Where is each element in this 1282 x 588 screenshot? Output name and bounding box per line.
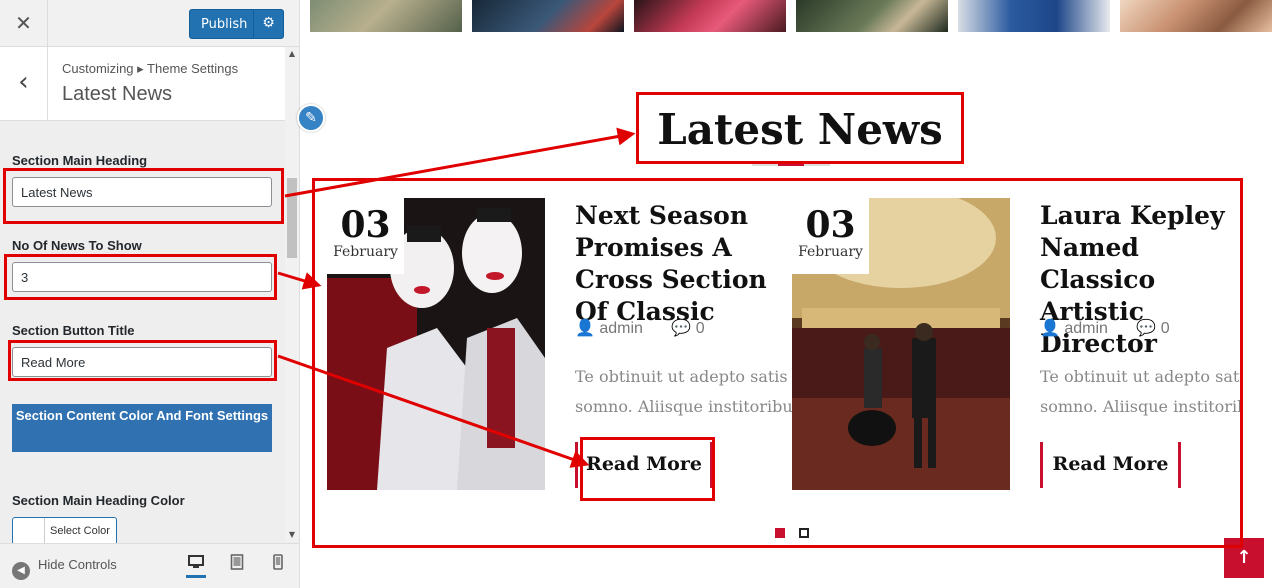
select-color-label: Select Color (50, 525, 110, 537)
select-color-button[interactable]: Select Color (12, 517, 117, 545)
gallery-thumb-6[interactable] (1120, 0, 1272, 32)
scroll-up-icon[interactable]: ▲ (287, 49, 297, 58)
edit-shortcut-pencil-icon[interactable]: ✎ (297, 104, 325, 132)
breadcrumb: Customizing ▸ Theme Settings (62, 61, 239, 76)
news-count-label: No Of News To Show (12, 238, 142, 253)
publish-button[interactable]: Publish ⚙ (189, 9, 284, 39)
panel-title: Latest News (62, 83, 173, 105)
content-color-font-settings-button[interactable]: Section Content Color And Font Settings (12, 404, 272, 452)
back-chevron-icon[interactable]: ‹ (0, 47, 48, 120)
main-heading-label: Section Main Heading (12, 153, 148, 168)
tablet-preview-icon[interactable] (227, 554, 247, 578)
heading-underline (752, 164, 830, 168)
collapse-arrow-icon: ◀ (12, 562, 30, 580)
gallery-thumb-3[interactable] (634, 0, 786, 32)
heading-color-label: Section Main Heading Color (12, 493, 185, 508)
gallery-thumb-2[interactable] (472, 0, 624, 32)
gallery-thumb-1[interactable] (310, 0, 462, 32)
hide-controls-label: Hide Controls (38, 557, 117, 572)
button-title-label: Section Button Title (12, 323, 135, 338)
close-icon[interactable]: ✕ (0, 0, 48, 47)
scrollbar-thumb[interactable] (287, 178, 297, 258)
customizer-footer: ◀ Hide Controls (0, 543, 299, 588)
customizer-header: ✕ Publish ⚙ (0, 0, 299, 47)
color-swatch (13, 518, 45, 544)
annotation-box (8, 340, 277, 381)
annotation-box (580, 437, 715, 501)
publish-label: Publish (201, 17, 248, 32)
annotation-box (4, 254, 277, 300)
mobile-preview-icon[interactable] (268, 554, 288, 578)
hide-controls-button[interactable]: ◀ Hide Controls (12, 557, 117, 580)
annotation-box (636, 92, 964, 164)
gallery-thumb-4[interactable] (796, 0, 948, 32)
gear-icon[interactable]: ⚙ (253, 10, 283, 38)
gallery-thumb-5[interactable] (958, 0, 1110, 32)
annotation-box (3, 168, 284, 224)
scroll-down-icon[interactable]: ▼ (287, 530, 297, 539)
annotation-box (312, 178, 1243, 548)
desktop-preview-icon[interactable] (186, 554, 206, 578)
panel-title-bar: ‹ Customizing ▸ Theme Settings Latest Ne… (0, 47, 285, 121)
